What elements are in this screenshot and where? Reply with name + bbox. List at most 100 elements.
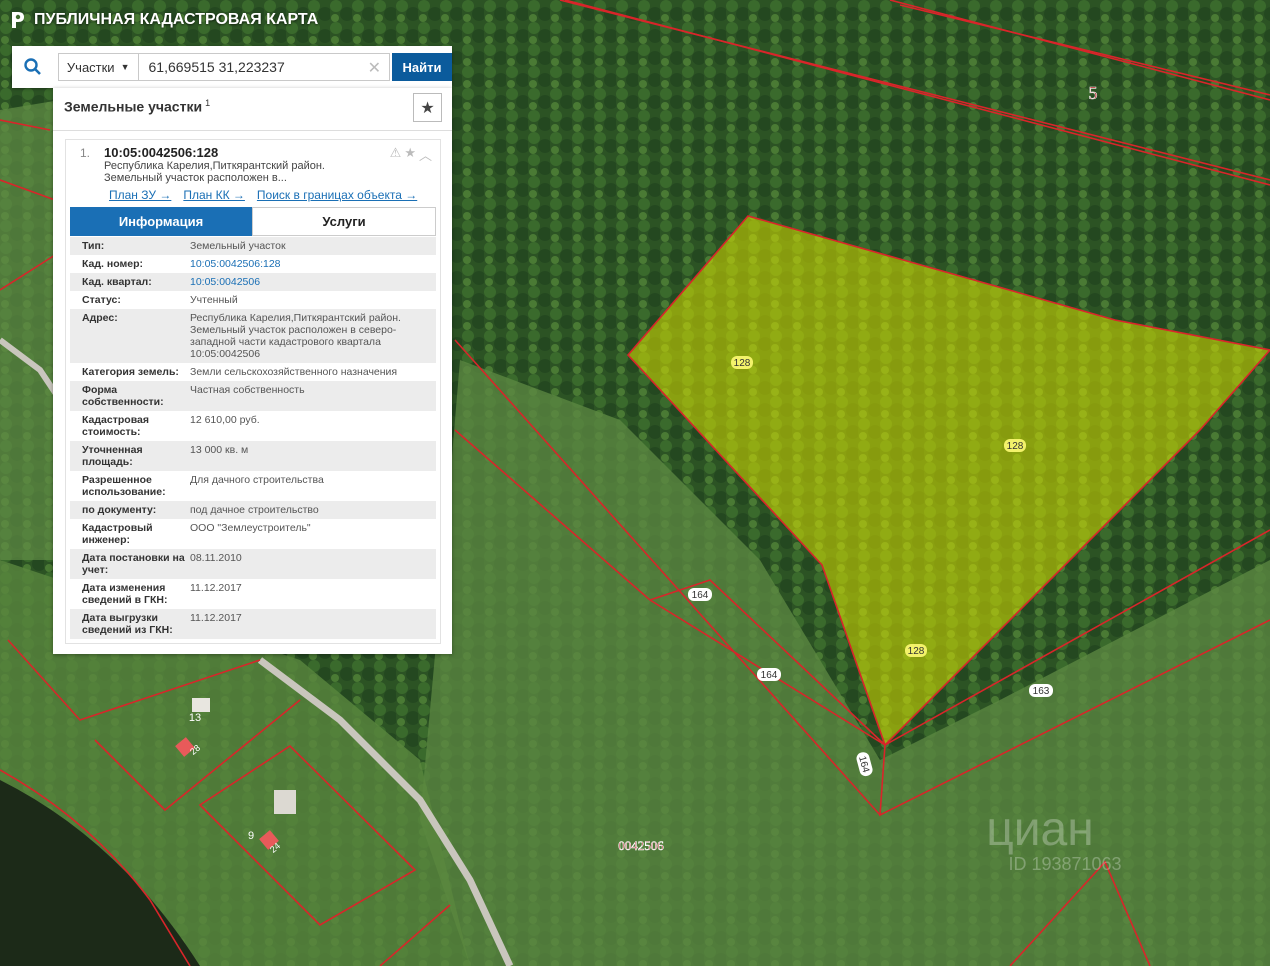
plan-kk-link[interactable]: План КК → [183, 188, 245, 202]
info-row: Дата постановки на учет: 08.11.2010 [70, 549, 436, 579]
warning-icon[interactable]: ⚠ [390, 145, 402, 164]
chevron-down-icon: ▼ [120, 62, 130, 72]
result-links: План ЗУ → План КК → Поиск в границах объ… [109, 188, 417, 202]
info-value: 11.12.2017 [190, 582, 242, 594]
result-card: 1. 10:05:0042506:128 Республика Карелия,… [65, 139, 441, 644]
house-13 [192, 698, 210, 712]
parcel-label-163: 163 [1029, 684, 1053, 697]
info-value[interactable]: 10:05:0042506 [190, 276, 420, 288]
svg-text:128: 128 [734, 358, 751, 369]
tab-services[interactable]: Услуги [252, 207, 436, 236]
svg-text:163: 163 [1033, 686, 1050, 697]
tab-info[interactable]: Информация [70, 207, 252, 236]
search-icon[interactable] [12, 46, 54, 88]
layer-select-value: Участки [66, 59, 115, 75]
info-value: Частная собственность [190, 384, 305, 396]
info-value: Земли сельскохозяйственного назначения [190, 366, 398, 378]
info-value: 12 610,00 руб. [190, 414, 260, 426]
app-header: ПУБЛИЧНАЯ КАДАСТРОВАЯ КАРТА [10, 10, 318, 30]
info-value: Учтенный [190, 294, 238, 306]
star-icon: ★ [420, 99, 435, 117]
house-9 [274, 790, 296, 814]
info-value: 11.12.2017 [190, 612, 242, 624]
panel-title: Земельные участки 1 [64, 98, 210, 115]
search-bar: Участки ▼ 61,669515 31,223237 ✕ Найти [12, 46, 452, 88]
info-label: Дата постановки на учет: [82, 552, 185, 576]
parcel-label-164a: 164 [688, 588, 712, 601]
search-input-value: 61,669515 31,223237 [148, 59, 285, 75]
app-title: ПУБЛИЧНАЯ КАДАСТРОВАЯ КАРТА [34, 11, 319, 28]
results-panel: Земельные участки 1 ★ 1. 10:05:0042506:12… [53, 88, 452, 654]
info-label: Тип: [82, 240, 105, 252]
info-row: Кад. квартал: 10:05:0042506 [70, 273, 436, 291]
watermark-id: ID 193871063 [1008, 854, 1121, 874]
parcel-label-128b: 128 [1004, 439, 1026, 452]
info-value: Республика Карелия,Питкярантский район. … [190, 312, 401, 360]
quarter-label: 0042506 [618, 838, 664, 853]
info-label: Кадастровая стоимость: [82, 414, 149, 438]
info-row: Категория земель: Земли сельскохозяйствен… [70, 363, 436, 381]
info-value: 13 000 кв. м [190, 444, 249, 456]
info-label: Кадастровый инженер: [82, 522, 153, 546]
info-value: ООО "Землеустроитель" [190, 522, 311, 534]
info-value: Для дачного строительства [190, 474, 324, 486]
info-value: Земельный участок [190, 240, 286, 252]
info-row: Разрешенное использование: Для дачного ст… [70, 471, 436, 501]
cadastral-number[interactable]: 10:05:0042506:128 [104, 145, 218, 160]
svg-text:164: 164 [692, 590, 709, 601]
info-row: Статус: Учтенный [70, 291, 436, 309]
info-value: 08.11.2010 [190, 552, 242, 564]
info-row: Адрес: Республика Карелия,Питкярантский р… [70, 309, 436, 363]
layer-select[interactable]: Участки ▼ [57, 53, 139, 81]
logo-icon [12, 12, 24, 28]
svg-text:128: 128 [1007, 441, 1024, 452]
info-label: Дата выгрузки сведений из ГКН: [82, 612, 173, 636]
panel-title-text: Земельные участки [64, 98, 203, 115]
info-label: Категория земель: [82, 366, 179, 378]
info-label: Дата изменения сведений в ГКН: [82, 582, 168, 606]
search-in-bounds-link[interactable]: Поиск в границах объекта → [257, 188, 417, 202]
result-index: 1. [80, 146, 91, 160]
info-label: Кад. квартал: [82, 276, 152, 288]
info-row: Кад. номер: 10:05:0042506:128 [70, 255, 436, 273]
info-value[interactable]: 10:05:0042506:128 [190, 258, 420, 270]
info-row: Дата изменения сведений в ГКН: 11.12.2017 [70, 579, 436, 609]
info-value: под дачное строительство [190, 504, 319, 516]
star-icon[interactable]: ★ [404, 145, 416, 164]
result-description: Республика Карелия,Питкярантский район. … [104, 160, 364, 184]
info-label: по документу: [82, 504, 157, 516]
info-label: Форма собственности: [82, 384, 164, 408]
search-input[interactable]: 61,669515 31,223237 ✕ [138, 53, 390, 81]
info-label: Кад. номер: [82, 258, 144, 270]
info-row: Уточненная площадь: 13 000 кв. м [70, 441, 436, 471]
result-count: 1 [205, 98, 211, 108]
close-icon[interactable]: ✕ [368, 58, 381, 78]
info-label: Разрешенное использование: [82, 474, 166, 498]
parcel-label-9: 9 [248, 830, 254, 842]
info-row: Кадастровая стоимость: 12 610,00 руб. [70, 411, 436, 441]
plan-zu-link[interactable]: План ЗУ → [109, 188, 171, 202]
info-row: Дата выгрузки сведений из ГКН: 11.12.2017 [70, 609, 436, 639]
desc-line-1: Республика Карелия,Питкярантский район. [104, 160, 325, 172]
info-row: Форма собственности: Частная собственност… [70, 381, 436, 411]
panel-header: Земельные участки 1 ★ [53, 88, 452, 131]
card-actions: ⚠ ★ ︿ [390, 145, 432, 164]
result-tabs: Информация Услуги [70, 207, 436, 236]
chevron-up-icon[interactable]: ︿ [419, 145, 432, 164]
info-label: Уточненная площадь: [82, 444, 143, 468]
parcel-label-128a: 128 [731, 356, 753, 369]
parcel-label-13: 13 [189, 712, 201, 724]
watermark-text: циан [986, 803, 1094, 856]
zone-label-5: 5 [1089, 83, 1098, 103]
svg-text:164: 164 [761, 670, 778, 681]
info-row: по документу: под дачное строительство [70, 501, 436, 519]
info-row: Тип: Земельный участок [70, 237, 436, 255]
desc-line-2: Земельный участок расположен в... [104, 172, 287, 184]
favorite-button[interactable]: ★ [413, 93, 442, 122]
parcel-label-128c: 128 [905, 644, 927, 657]
parcel-label-164b: 164 [757, 668, 781, 681]
svg-text:128: 128 [908, 646, 925, 657]
info-row: Кадастровый инженер: ООО "Землеустроитель… [70, 519, 436, 549]
find-button[interactable]: Найти [392, 53, 452, 81]
info-label: Адрес: [82, 312, 118, 324]
